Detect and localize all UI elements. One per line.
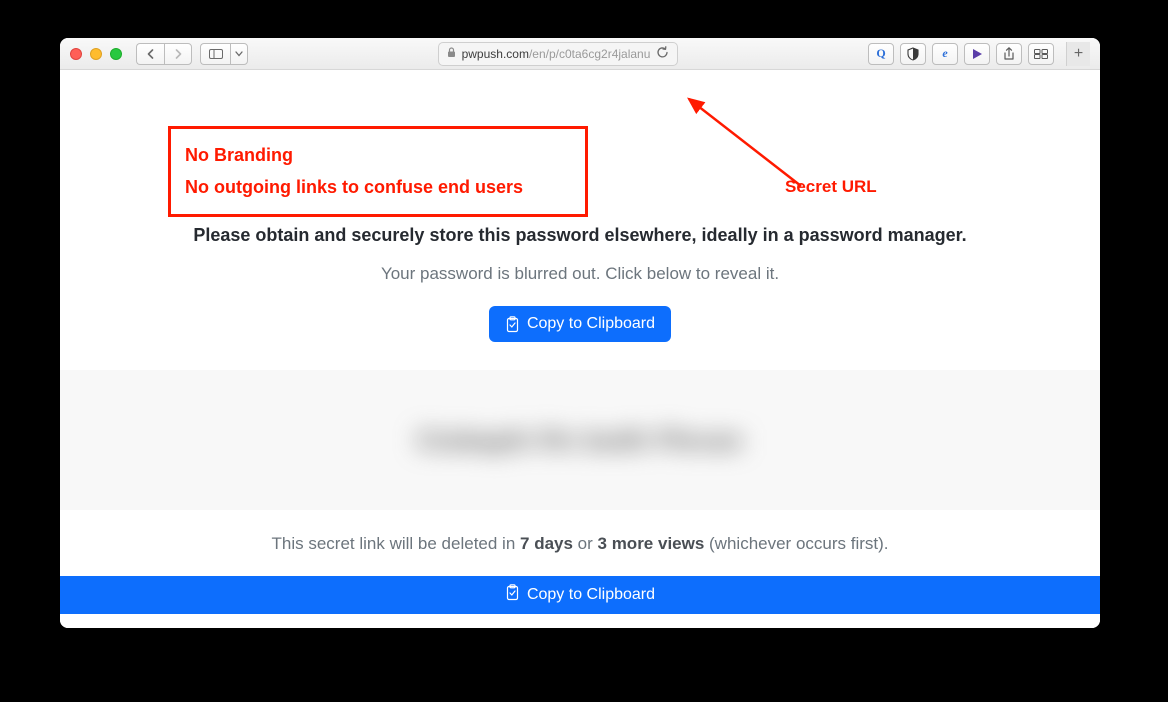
chevron-down-icon [235, 51, 243, 57]
lock-icon [447, 47, 456, 61]
copy-to-clipboard-button[interactable]: Copy to Clipboard [489, 306, 671, 342]
forward-button[interactable] [164, 43, 192, 65]
share-icon [1003, 47, 1015, 61]
clipboard-icon [505, 316, 520, 333]
extension-shield[interactable] [900, 43, 926, 65]
page-heading: Please obtain and securely store this pa… [90, 225, 1070, 246]
blurred-password: Ctobaphi Rn bedh Plevan [417, 425, 743, 456]
viewport[interactable]: Please obtain and securely store this pa… [60, 70, 1100, 628]
sidebar-toggle-group [200, 43, 248, 65]
copy-button-label: Copy to Clipboard [527, 315, 655, 333]
nav-buttons [136, 43, 192, 65]
sidebar-icon [209, 49, 223, 59]
sidebar-button[interactable] [200, 43, 230, 65]
share-button[interactable] [996, 43, 1022, 65]
copy-bar-label: Copy to Clipboard [527, 586, 655, 604]
tabs-button[interactable] [1028, 43, 1054, 65]
clipboard-icon [505, 584, 520, 606]
browser-window: pwpush.com/en/p/c0ta6cg2r4jalanu Q e + [60, 38, 1100, 628]
chevron-right-icon [174, 49, 183, 59]
reload-button[interactable] [656, 46, 669, 62]
extension-play[interactable] [964, 43, 990, 65]
extension-q[interactable]: Q [868, 43, 894, 65]
extension-e[interactable]: e [932, 43, 958, 65]
password-blur-zone[interactable]: Ctobaphi Rn bedh Plevan [60, 370, 1100, 510]
titlebar: pwpush.com/en/p/c0ta6cg2r4jalanu Q e + [60, 38, 1100, 70]
expiry-footnote: This secret link will be deleted in 7 da… [80, 534, 1080, 554]
url-path: /en/p/c0ta6cg2r4jalanu [529, 47, 650, 61]
url-domain: pwpush.com [462, 47, 529, 61]
copy-to-clipboard-bar[interactable]: Copy to Clipboard [60, 576, 1100, 614]
close-icon[interactable] [70, 48, 82, 60]
sidebar-dropdown[interactable] [230, 43, 248, 65]
zoom-icon[interactable] [110, 48, 122, 60]
page-subtitle: Your password is blurred out. Click belo… [60, 264, 1100, 284]
page-content: Please obtain and securely store this pa… [60, 70, 1100, 628]
shield-icon [907, 47, 919, 61]
traffic-lights [70, 48, 122, 60]
extension-toolbar: Q e [868, 43, 1054, 65]
tabs-icon [1034, 49, 1048, 59]
minimize-icon[interactable] [90, 48, 102, 60]
play-icon [970, 47, 984, 61]
chevron-left-icon [146, 49, 155, 59]
back-button[interactable] [136, 43, 164, 65]
address-bar[interactable]: pwpush.com/en/p/c0ta6cg2r4jalanu [438, 42, 679, 66]
new-tab-button[interactable]: + [1066, 42, 1090, 66]
